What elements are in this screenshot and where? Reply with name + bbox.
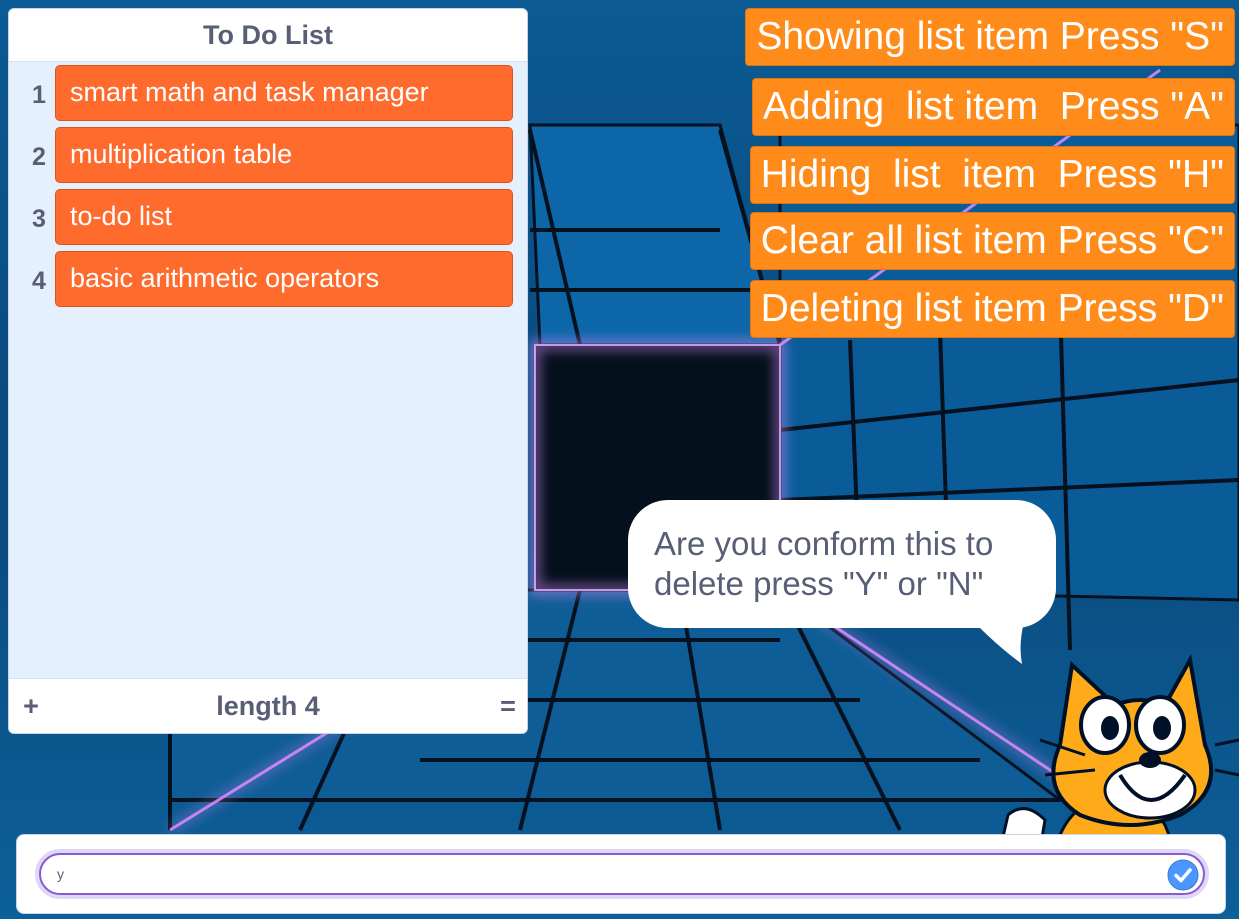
list-item-value[interactable]: smart math and task manager — [55, 65, 513, 121]
list-item-value[interactable]: basic arithmetic operators — [55, 251, 513, 307]
list-items: 1 smart math and task manager 2 multipli… — [9, 65, 527, 313]
instruction-clear: Clear all list item Press "C" — [749, 212, 1235, 270]
list-item-value[interactable]: multiplication table — [55, 127, 513, 183]
list-title: To Do List — [9, 9, 527, 62]
list-item-value[interactable]: to-do list — [55, 189, 513, 245]
scratch-cat-sprite[interactable] — [1000, 650, 1239, 850]
answer-input[interactable] — [39, 853, 1205, 895]
list-item-index: 1 — [32, 81, 46, 109]
resize-handle[interactable]: = — [497, 679, 519, 733]
list-item-index: 3 — [32, 205, 46, 233]
ask-prompt — [16, 834, 1226, 914]
list-item-index: 4 — [32, 267, 46, 295]
list-item[interactable]: 3 to-do list — [9, 189, 527, 251]
instruction-hide: Hiding list item Press "H" — [749, 146, 1235, 204]
list-monitor[interactable]: To Do List 1 smart math and task manager… — [8, 8, 528, 734]
instruction-add: Adding list item Press "A" — [751, 78, 1235, 136]
list-item[interactable]: 1 smart math and task manager — [9, 65, 527, 127]
speech-bubble-text: Are you conform this to delete press "Y"… — [654, 525, 994, 602]
instruction-delete: Deleting list item Press "D" — [749, 280, 1235, 338]
list-item[interactable]: 2 multiplication table — [9, 127, 527, 189]
list-item[interactable]: 4 basic arithmetic operators — [9, 251, 527, 313]
list-item-index: 2 — [32, 143, 46, 171]
instruction-show: Showing list item Press "S" — [745, 8, 1235, 66]
add-item-button[interactable]: + — [19, 679, 43, 733]
list-length: length 4 — [216, 691, 320, 721]
stage[interactable]: To Do List 1 smart math and task manager… — [0, 0, 1239, 919]
speech-bubble: Are you conform this to delete press "Y"… — [628, 500, 1056, 628]
list-footer: length 4 + = — [9, 678, 527, 733]
check-icon[interactable] — [1167, 859, 1199, 891]
